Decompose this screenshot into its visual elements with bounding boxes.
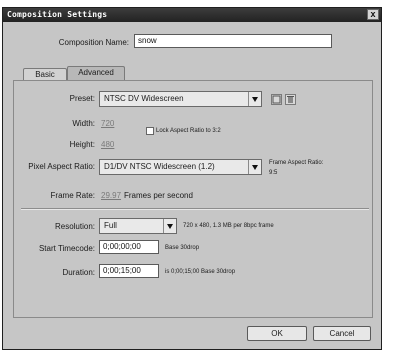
width-value[interactable]: 720 <box>101 119 114 128</box>
start-timecode-field[interactable]: 0;00;00;00 <box>99 240 159 254</box>
frame-rate-value[interactable]: 29.97 <box>101 191 121 200</box>
lock-aspect-checkbox[interactable] <box>146 127 154 135</box>
chevron-down-icon <box>248 160 261 174</box>
frame-aspect-label: Frame Aspect Ratio: <box>269 160 324 166</box>
save-icon <box>272 95 281 104</box>
chevron-down-icon <box>163 219 176 233</box>
composition-settings-dialog: Composition Settings x Composition Name:… <box>2 7 382 350</box>
cancel-button[interactable]: Cancel <box>313 326 371 341</box>
frame-aspect-value: 9:5 <box>269 170 278 176</box>
tab-advanced[interactable]: Advanced <box>67 66 125 80</box>
save-preset-button[interactable] <box>271 94 282 105</box>
frame-rate-label: Frame Rate: <box>50 191 95 200</box>
pixel-aspect-label: Pixel Aspect Ratio: <box>28 162 95 171</box>
divider <box>21 208 369 210</box>
duration-info: is 0;00;15;00 Base 30drop <box>165 269 236 275</box>
dialog-title: Composition Settings <box>7 10 108 19</box>
lock-aspect-label: Lock Aspect Ratio to 3:2 <box>156 128 221 134</box>
preset-dropdown[interactable]: NTSC DV Widescreen <box>99 91 262 107</box>
preset-label: Preset: <box>69 94 95 103</box>
preset-value: NTSC DV Widescreen <box>104 94 184 103</box>
height-label: Height: <box>69 140 95 149</box>
width-label: Width: <box>72 119 95 128</box>
resolution-info: 720 x 480, 1.3 MB per 8bpc frame <box>183 223 274 229</box>
height-value[interactable]: 480 <box>101 140 114 149</box>
resolution-value: Full <box>104 221 117 230</box>
pixel-aspect-dropdown[interactable]: D1/DV NTSC Widescreen (1.2) <box>99 159 262 175</box>
composition-name-label: Composition Name: <box>58 38 129 47</box>
resolution-dropdown[interactable]: Full <box>99 218 177 234</box>
chevron-down-icon <box>248 92 261 106</box>
tab-basic[interactable]: Basic <box>23 68 67 80</box>
duration-field[interactable]: 0;00;15;00 <box>99 264 159 278</box>
ok-button[interactable]: OK <box>247 326 307 341</box>
composition-name-field[interactable]: snow <box>134 34 332 48</box>
title-bar[interactable]: Composition Settings x <box>3 8 381 22</box>
resolution-label: Resolution: <box>54 222 95 231</box>
delete-preset-button[interactable] <box>285 94 296 105</box>
trash-icon <box>287 96 294 103</box>
pixel-aspect-value: D1/DV NTSC Widescreen (1.2) <box>104 162 215 171</box>
duration-label: Duration: <box>62 268 95 277</box>
start-timecode-label: Start Timecode: <box>38 244 95 253</box>
frame-rate-unit: Frames per second <box>124 191 193 200</box>
close-button[interactable]: x <box>367 9 379 20</box>
start-timecode-info: Base 30drop <box>165 245 200 251</box>
